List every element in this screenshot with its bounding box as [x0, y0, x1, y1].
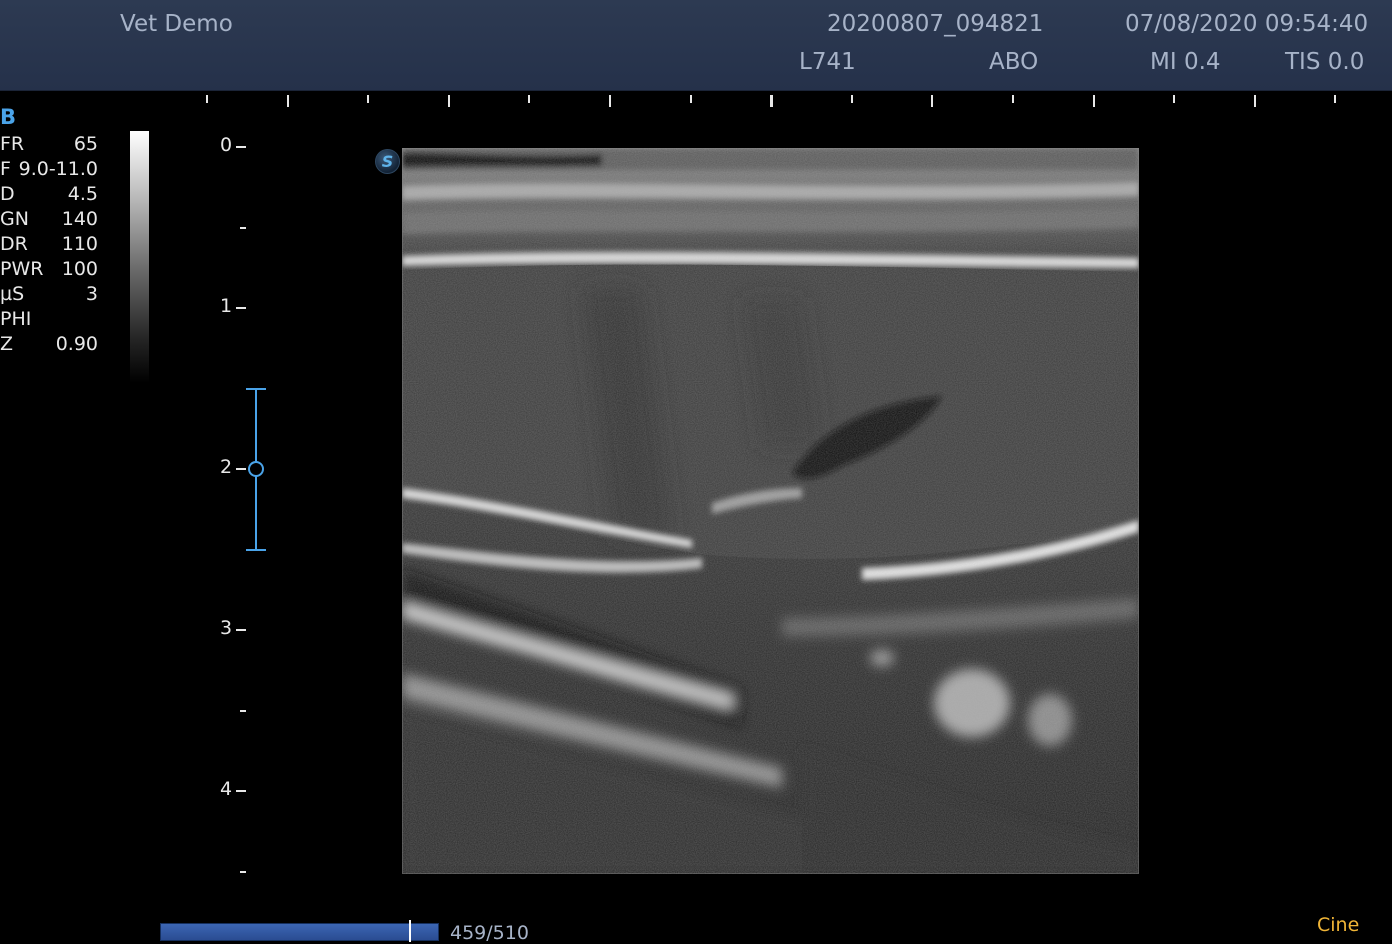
depth-label: 1	[220, 295, 233, 317]
ruler-tick	[931, 95, 933, 107]
imaging-mode: B	[0, 105, 17, 129]
ruler-tick	[448, 95, 450, 107]
param-value: 0.90	[55, 333, 98, 355]
ruler-tick	[1334, 95, 1336, 103]
ultrasound-screen: Vet Demo 20200807_094821 07/08/2020 09:5…	[0, 0, 1392, 944]
ruler-tick	[851, 95, 853, 103]
param-label: Z	[0, 333, 14, 355]
focus-zone-bottom[interactable]	[246, 549, 266, 551]
depth-tick	[236, 468, 246, 470]
grayscale-bar	[130, 131, 149, 383]
depth-tick	[240, 871, 246, 873]
depth-tick	[240, 227, 246, 229]
focus-point-handle[interactable]	[248, 461, 264, 477]
param-value: 65	[73, 133, 98, 155]
param-value: 100	[61, 258, 98, 280]
ruler-tick	[609, 95, 611, 107]
ruler-tick	[1173, 95, 1175, 103]
param-label: PHI	[0, 308, 32, 330]
ultrasound-image[interactable]	[402, 148, 1139, 874]
param-value: 110	[61, 233, 98, 255]
param-label: GN	[0, 208, 29, 230]
param-row: Z 0.90	[0, 332, 100, 357]
header-bar: Vet Demo 20200807_094821 07/08/2020 09:5…	[0, 0, 1392, 91]
param-row: FR 65	[0, 132, 100, 157]
parameter-panel: FR 65 F 9.0-11.0 D 4.5 GN 140 DR 110 PWR…	[0, 132, 100, 357]
thermal-index: TIS 0.0	[1285, 49, 1365, 75]
param-label: F	[0, 158, 11, 180]
param-row: D 4.5	[0, 182, 100, 207]
param-row: F 9.0-11.0	[0, 157, 100, 182]
depth-tick	[240, 710, 246, 712]
probe-name: L741	[799, 49, 856, 75]
param-row: PWR 100	[0, 257, 100, 282]
mechanical-index: MI 0.4	[1150, 49, 1221, 75]
param-value: 3	[85, 283, 98, 305]
study-id: 20200807_094821	[827, 11, 1044, 37]
s-logo-icon: S	[375, 149, 400, 174]
exam-preset: ABO	[989, 49, 1039, 75]
param-label: µS	[0, 283, 25, 305]
ruler-tick	[1012, 95, 1014, 103]
param-row: µS 3	[0, 282, 100, 307]
param-label: DR	[0, 233, 28, 255]
param-row: PHI	[0, 307, 100, 332]
depth-label: 2	[220, 456, 233, 478]
param-value: 140	[61, 208, 98, 230]
depth-scale[interactable]: 0 1 2 3 4	[200, 120, 280, 890]
depth-label: 3	[220, 617, 233, 639]
param-label: FR	[0, 133, 25, 155]
patient-name: Vet Demo	[120, 11, 233, 37]
cine-frame-count: 459/510	[450, 922, 529, 944]
depth-tick	[236, 790, 246, 792]
depth-tick	[236, 307, 246, 309]
ruler-tick	[287, 95, 289, 107]
lateral-ruler	[206, 95, 1336, 107]
param-value: 9.0-11.0	[18, 158, 98, 180]
param-value: 4.5	[67, 183, 98, 205]
ultrasound-scan	[402, 148, 1139, 874]
ruler-tick	[770, 95, 773, 107]
exam-datetime: 07/08/2020 09:54:40	[1125, 11, 1369, 37]
cine-frame-marker[interactable]	[409, 920, 411, 942]
param-row: GN 140	[0, 207, 100, 232]
ruler-tick	[690, 95, 692, 103]
depth-label: 0	[220, 134, 233, 156]
depth-label: 4	[220, 778, 233, 800]
param-label: PWR	[0, 258, 44, 280]
speckle-texture	[402, 148, 1139, 874]
depth-tick	[236, 629, 246, 631]
focus-zone-top[interactable]	[246, 388, 266, 390]
param-label: D	[0, 183, 15, 205]
cine-progress-bar[interactable]	[160, 923, 439, 941]
param-row: DR 110	[0, 232, 100, 257]
ruler-tick	[206, 95, 208, 103]
ruler-tick	[528, 95, 530, 103]
ruler-tick	[1093, 95, 1095, 107]
ruler-tick	[1254, 95, 1256, 107]
depth-tick	[236, 146, 246, 148]
ruler-tick	[367, 95, 369, 103]
cine-mode-label: Cine	[1317, 914, 1360, 936]
